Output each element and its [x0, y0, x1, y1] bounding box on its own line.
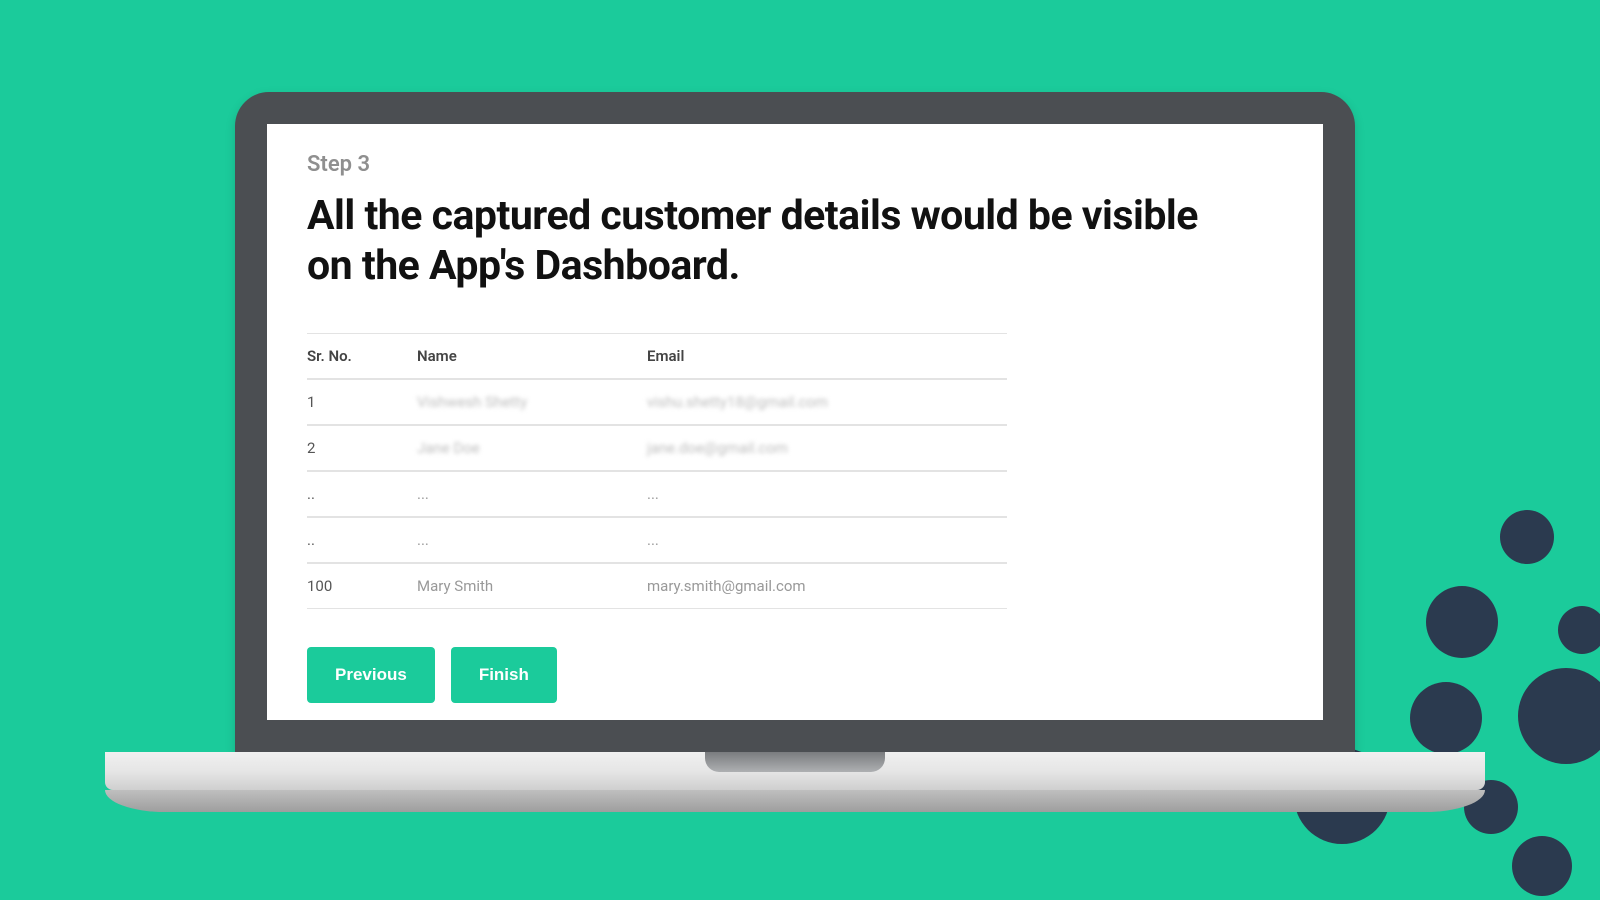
- customer-table: Sr. No. Name Email 1Vishwesh Shettyvishu…: [307, 333, 1007, 609]
- table-row: 2Jane Doejane.doe@gmail.com: [307, 425, 1007, 471]
- cell-srno: ..: [307, 485, 417, 503]
- table-row: 100Mary Smithmary.smith@gmail.com: [307, 563, 1007, 609]
- step-label: Step 3: [307, 152, 1283, 177]
- cell-srno: ..: [307, 531, 417, 549]
- cell-email: vishu.shetty18@gmail.com: [647, 393, 1007, 411]
- page-heading: All the captured customer details would …: [307, 191, 1227, 291]
- wizard-buttons: Previous Finish: [307, 647, 1283, 703]
- cell-email: ...: [647, 531, 1007, 549]
- cell-srno: 100: [307, 577, 417, 595]
- col-header-email: Email: [647, 347, 1007, 365]
- cell-name: Jane Doe: [417, 439, 647, 457]
- laptop-notch: [705, 752, 885, 772]
- app-screen: Step 3 All the captured customer details…: [267, 124, 1323, 720]
- finish-button[interactable]: Finish: [451, 647, 557, 703]
- col-header-srno: Sr. No.: [307, 347, 417, 365]
- previous-button[interactable]: Previous: [307, 647, 435, 703]
- cell-srno: 1: [307, 393, 417, 411]
- table-header-row: Sr. No. Name Email: [307, 333, 1007, 379]
- cell-email: ...: [647, 485, 1007, 503]
- table-row: ........: [307, 517, 1007, 563]
- cell-srno: 2: [307, 439, 417, 457]
- cell-name: ...: [417, 531, 647, 549]
- cell-name: Vishwesh Shetty: [417, 393, 647, 411]
- table-row: ........: [307, 471, 1007, 517]
- cell-email: mary.smith@gmail.com: [647, 577, 1007, 595]
- laptop-mockup: Step 3 All the captured customer details…: [235, 92, 1355, 752]
- col-header-name: Name: [417, 347, 647, 365]
- cell-name: Mary Smith: [417, 577, 647, 595]
- cell-email: jane.doe@gmail.com: [647, 439, 1007, 457]
- laptop-base: [105, 752, 1485, 790]
- cell-name: ...: [417, 485, 647, 503]
- table-row: 1Vishwesh Shettyvishu.shetty18@gmail.com: [307, 379, 1007, 425]
